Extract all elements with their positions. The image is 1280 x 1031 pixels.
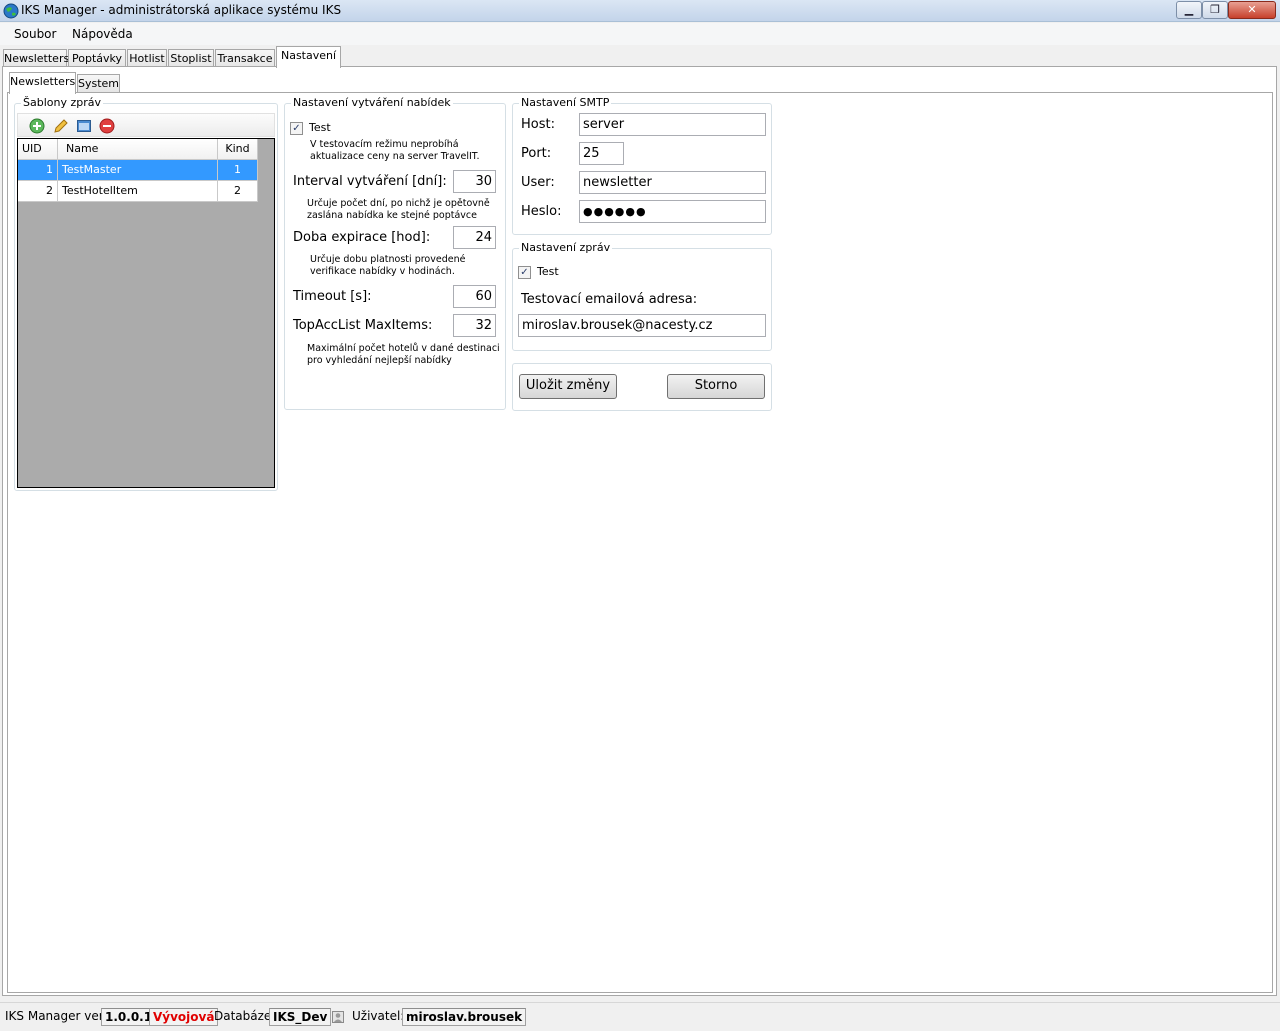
column-header-kind[interactable]: Kind xyxy=(218,139,258,160)
smtp-group-title: Nastavení SMTP xyxy=(519,96,612,109)
smtp-password-label: Heslo: xyxy=(521,204,562,219)
menu-napoveda[interactable]: Nápověda xyxy=(72,27,133,41)
add-icon[interactable] xyxy=(29,118,45,134)
timeout-input[interactable] xyxy=(453,285,496,308)
maxitems-label: TopAccList MaxItems: xyxy=(293,318,433,333)
smtp-password-input[interactable]: ●●●●●● xyxy=(579,200,766,223)
offers-test-checkbox[interactable]: ✓ xyxy=(290,122,303,135)
table-row-kind[interactable]: 2 xyxy=(218,181,258,202)
smtp-host-input[interactable] xyxy=(579,113,766,136)
smtp-user-label: User: xyxy=(521,175,555,190)
user-label: Uživatel: xyxy=(352,1009,405,1023)
table-row-uid[interactable]: 2 xyxy=(18,181,58,202)
close-button[interactable]: ✕ xyxy=(1228,1,1276,19)
interval-label: Interval vytváření [dní]: xyxy=(293,174,447,189)
title-bar: IKS Manager - administrátorská aplikace … xyxy=(0,0,1280,22)
templates-grid[interactable]: UID Name Kind 1 TestMaster 1 2 TestHotel… xyxy=(17,138,275,488)
window-title: IKS Manager - administrátorská aplikace … xyxy=(21,3,342,17)
offers-test-desc-1: V testovacím režimu neprobíhá xyxy=(310,139,459,150)
interval-desc-2: zaslána nabídka ke stejné poptávce xyxy=(307,210,477,221)
test-email-label: Testovací emailová adresa: xyxy=(521,292,698,307)
maximize-button[interactable]: ❐ xyxy=(1202,1,1228,19)
save-button[interactable]: Uložit změny xyxy=(519,374,617,399)
view-icon[interactable] xyxy=(76,118,92,134)
cancel-button[interactable]: Storno xyxy=(667,374,765,399)
menu-soubor[interactable]: Soubor xyxy=(14,27,56,41)
smtp-user-input[interactable] xyxy=(579,171,766,194)
database-value: IKS_Dev xyxy=(269,1008,332,1026)
version-value: 1.0.0.1 xyxy=(101,1008,157,1026)
expiry-label: Doba expirace [hod]: xyxy=(293,230,431,245)
test-email-input[interactable] xyxy=(518,314,766,337)
user-icon xyxy=(332,1011,344,1023)
table-row-name[interactable]: TestMaster xyxy=(58,160,218,181)
offers-group-title: Nastavení vytváření nabídek xyxy=(291,96,453,109)
smtp-port-input[interactable] xyxy=(579,142,624,165)
column-header-name[interactable]: Name xyxy=(58,139,218,160)
edit-icon[interactable] xyxy=(53,118,69,134)
table-row-kind[interactable]: 1 xyxy=(218,160,258,181)
offers-test-desc-2: aktualizace ceny na server TravelIT. xyxy=(310,151,480,162)
interval-input[interactable] xyxy=(453,170,496,193)
templates-group-title: Šablony zpráv xyxy=(21,96,103,109)
environment-value: Vývojová xyxy=(149,1008,219,1026)
menu-bar: Soubor Nápověda xyxy=(0,23,1280,45)
messages-test-label: Test xyxy=(537,265,559,278)
subtab-newsletters[interactable]: Newsletters xyxy=(9,72,76,94)
expiry-desc-1: Určuje dobu platnosti provedené xyxy=(310,254,466,265)
subtab-system[interactable]: System xyxy=(77,74,120,94)
minimize-button[interactable]: ▁ xyxy=(1176,1,1202,19)
tab-nastaveni[interactable]: Nastavení xyxy=(276,46,341,68)
app-globe-icon xyxy=(3,3,19,19)
templates-toolbar xyxy=(17,113,275,137)
messages-test-checkbox[interactable]: ✓ xyxy=(518,266,531,279)
expiry-input[interactable] xyxy=(453,226,496,249)
user-value: miroslav.brousek xyxy=(402,1008,527,1026)
delete-icon[interactable] xyxy=(99,118,115,134)
status-bar: IKS Manager ver.: 1.0.0.1 Vývojová Datab… xyxy=(0,1002,1280,1031)
column-header-uid[interactable]: UID xyxy=(18,139,58,160)
interval-desc-1: Určuje počet dní, po nichž je opětovně xyxy=(307,198,490,209)
table-row-name[interactable]: TestHotelItem xyxy=(58,181,218,202)
maxitems-desc-1: Maximální počet hotelů v dané destinaci xyxy=(307,343,500,354)
offers-test-label: Test xyxy=(309,121,331,134)
maxitems-input[interactable] xyxy=(453,314,496,337)
timeout-label: Timeout [s]: xyxy=(293,289,372,304)
table-row-uid[interactable]: 1 xyxy=(18,160,58,181)
smtp-port-label: Port: xyxy=(521,146,552,161)
expiry-desc-2: verifikace nabídky v hodinách. xyxy=(310,266,455,277)
maxitems-desc-2: pro vyhledání nejlepší nabídky xyxy=(307,355,452,366)
version-label: IKS Manager ver.: xyxy=(5,1009,111,1023)
smtp-host-label: Host: xyxy=(521,117,555,132)
messages-group-title: Nastavení zpráv xyxy=(519,241,613,254)
